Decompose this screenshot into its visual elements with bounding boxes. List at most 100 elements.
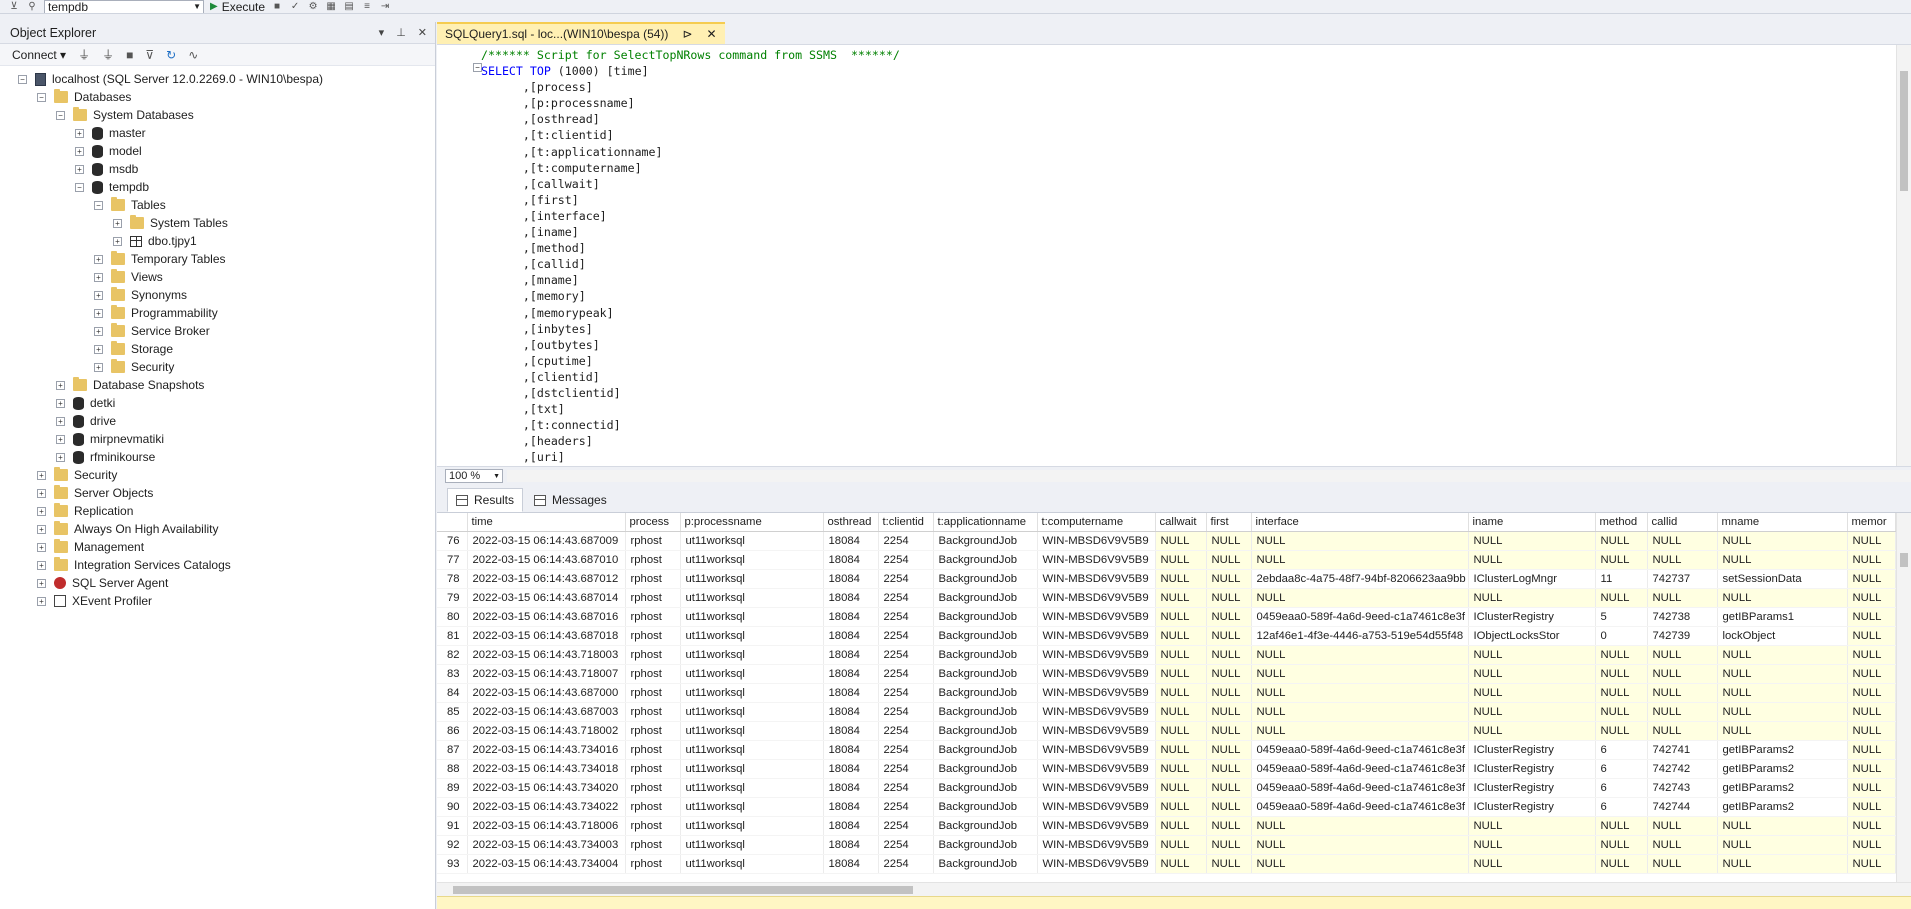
- table-cell[interactable]: IClusterLogMngr: [1468, 569, 1596, 589]
- table-cell[interactable]: NULL: [1647, 683, 1718, 703]
- table-cell[interactable]: NULL: [1847, 569, 1896, 589]
- table-row[interactable]: 89 2022-03-15 06:14:43.734020 rphost ut11wo…: [437, 778, 1896, 798]
- table-cell[interactable]: NULL: [1206, 588, 1252, 608]
- disconnect-icon[interactable]: ⏚: [102, 46, 114, 63]
- expand-icon[interactable]: +: [94, 326, 103, 336]
- column-header[interactable]: p:processname: [680, 513, 824, 532]
- table-cell[interactable]: NULL: [1647, 550, 1718, 570]
- row-number[interactable]: 85: [437, 702, 468, 722]
- column-header[interactable]: callid: [1647, 513, 1718, 532]
- table-cell[interactable]: ut11worksql: [680, 797, 824, 817]
- expand-icon[interactable]: +: [56, 434, 65, 444]
- table-cell[interactable]: rphost: [625, 607, 681, 627]
- table-cell[interactable]: NULL: [1251, 664, 1469, 684]
- table-cell[interactable]: NULL: [1155, 645, 1207, 665]
- tree-node[interactable]: + model: [0, 142, 435, 160]
- expand-icon[interactable]: +: [56, 380, 65, 390]
- connect-plug-icon[interactable]: ⏚: [78, 46, 90, 63]
- table-cell[interactable]: NULL: [1717, 683, 1848, 703]
- expand-icon[interactable]: +: [75, 146, 84, 156]
- table-cell[interactable]: rphost: [625, 645, 681, 665]
- table-cell[interactable]: 2022-03-15 06:14:43.687018: [467, 626, 626, 646]
- table-cell[interactable]: IClusterRegistry: [1468, 797, 1596, 817]
- stop-icon[interactable]: ■: [126, 48, 133, 62]
- table-cell[interactable]: NULL: [1647, 816, 1718, 836]
- tree-node[interactable]: − Tables: [0, 196, 435, 214]
- table-cell[interactable]: NULL: [1206, 721, 1252, 741]
- table-cell[interactable]: 0459eaa0-589f-4a6d-9eed-c1a7461c8e3f: [1251, 607, 1469, 627]
- table-cell[interactable]: WIN-MBSD6V9V5B9: [1037, 550, 1156, 570]
- table-cell[interactable]: ut11worksql: [680, 683, 824, 703]
- table-cell[interactable]: NULL: [1847, 626, 1896, 646]
- expand-icon[interactable]: +: [94, 290, 103, 300]
- table-cell[interactable]: BackgroundJob: [933, 740, 1038, 760]
- column-header[interactable]: t:computername: [1037, 513, 1156, 532]
- table-cell[interactable]: NULL: [1155, 569, 1207, 589]
- column-header[interactable]: t:clientid: [878, 513, 934, 532]
- tree-node[interactable]: + Database Snapshots: [0, 376, 435, 394]
- tree-node[interactable]: + dbo.tjpy1: [0, 232, 435, 250]
- tree-node[interactable]: − Databases: [0, 88, 435, 106]
- table-cell[interactable]: BackgroundJob: [933, 569, 1038, 589]
- table-cell[interactable]: NULL: [1468, 531, 1596, 551]
- table-cell[interactable]: 18084: [823, 854, 879, 874]
- expand-icon[interactable]: +: [56, 416, 65, 426]
- table-cell[interactable]: NULL: [1155, 835, 1207, 855]
- table-cell[interactable]: WIN-MBSD6V9V5B9: [1037, 626, 1156, 646]
- table-cell[interactable]: NULL: [1468, 683, 1596, 703]
- expand-icon[interactable]: +: [37, 470, 46, 480]
- expand-icon[interactable]: +: [75, 164, 84, 174]
- table-cell[interactable]: getIBParams1: [1717, 607, 1848, 627]
- table-cell[interactable]: rphost: [625, 721, 681, 741]
- table-cell[interactable]: 2254: [878, 740, 934, 760]
- column-header[interactable]: process: [625, 513, 681, 532]
- expand-icon[interactable]: +: [113, 218, 122, 228]
- table-cell[interactable]: BackgroundJob: [933, 550, 1038, 570]
- pin-icon[interactable]: ⊥: [396, 26, 406, 39]
- table-cell[interactable]: BackgroundJob: [933, 797, 1038, 817]
- expand-icon[interactable]: +: [113, 236, 122, 246]
- expand-icon[interactable]: +: [94, 272, 103, 282]
- table-row[interactable]: 76 2022-03-15 06:14:43.687009 rphost ut11wo…: [437, 531, 1896, 551]
- collapse-icon[interactable]: −: [56, 110, 65, 120]
- table-cell[interactable]: NULL: [1717, 835, 1848, 855]
- table-cell[interactable]: 0459eaa0-589f-4a6d-9eed-c1a7461c8e3f: [1251, 797, 1469, 817]
- table-cell[interactable]: NULL: [1206, 683, 1252, 703]
- expand-icon[interactable]: +: [37, 596, 46, 606]
- column-header[interactable]: time: [467, 513, 626, 532]
- table-cell[interactable]: ut11worksql: [680, 816, 824, 836]
- table-cell[interactable]: NULL: [1206, 531, 1252, 551]
- table-cell[interactable]: 2022-03-15 06:14:43.687012: [467, 569, 626, 589]
- table-cell[interactable]: ut11worksql: [680, 740, 824, 760]
- table-cell[interactable]: NULL: [1155, 607, 1207, 627]
- tree-node[interactable]: + SQL Server Agent: [0, 574, 435, 592]
- connect-icon[interactable]: ⚲: [26, 1, 38, 12]
- table-cell[interactable]: rphost: [625, 740, 681, 760]
- tree-node[interactable]: + drive: [0, 412, 435, 430]
- expand-icon[interactable]: +: [37, 578, 46, 588]
- table-cell[interactable]: 2254: [878, 683, 934, 703]
- table-cell[interactable]: rphost: [625, 664, 681, 684]
- table-cell[interactable]: rphost: [625, 702, 681, 722]
- table-cell[interactable]: NULL: [1717, 816, 1848, 836]
- table-cell[interactable]: 5: [1595, 607, 1648, 627]
- table-cell[interactable]: NULL: [1847, 702, 1896, 722]
- tree-node[interactable]: + Service Broker: [0, 322, 435, 340]
- expand-icon[interactable]: +: [37, 488, 46, 498]
- table-cell[interactable]: NULL: [1155, 759, 1207, 779]
- table-cell[interactable]: NULL: [1647, 721, 1718, 741]
- table-cell[interactable]: NULL: [1647, 531, 1718, 551]
- table-cell[interactable]: NULL: [1717, 702, 1848, 722]
- table-cell[interactable]: 2ebdaa8c-4a75-48f7-94bf-8206623aa9bb: [1251, 569, 1469, 589]
- table-cell[interactable]: 2254: [878, 778, 934, 798]
- table-cell[interactable]: ut11worksql: [680, 569, 824, 589]
- table-cell[interactable]: NULL: [1206, 645, 1252, 665]
- table-cell[interactable]: WIN-MBSD6V9V5B9: [1037, 569, 1156, 589]
- table-cell[interactable]: 12af46e1-4f3e-4446-a753-519e54d55f48: [1251, 626, 1469, 646]
- table-cell[interactable]: 2254: [878, 721, 934, 741]
- table-cell[interactable]: BackgroundJob: [933, 854, 1038, 874]
- table-cell[interactable]: rphost: [625, 759, 681, 779]
- expand-icon[interactable]: +: [56, 452, 65, 462]
- tree-node[interactable]: + Views: [0, 268, 435, 286]
- results-grid[interactable]: time process p:processname osthread t:client…: [437, 512, 1911, 882]
